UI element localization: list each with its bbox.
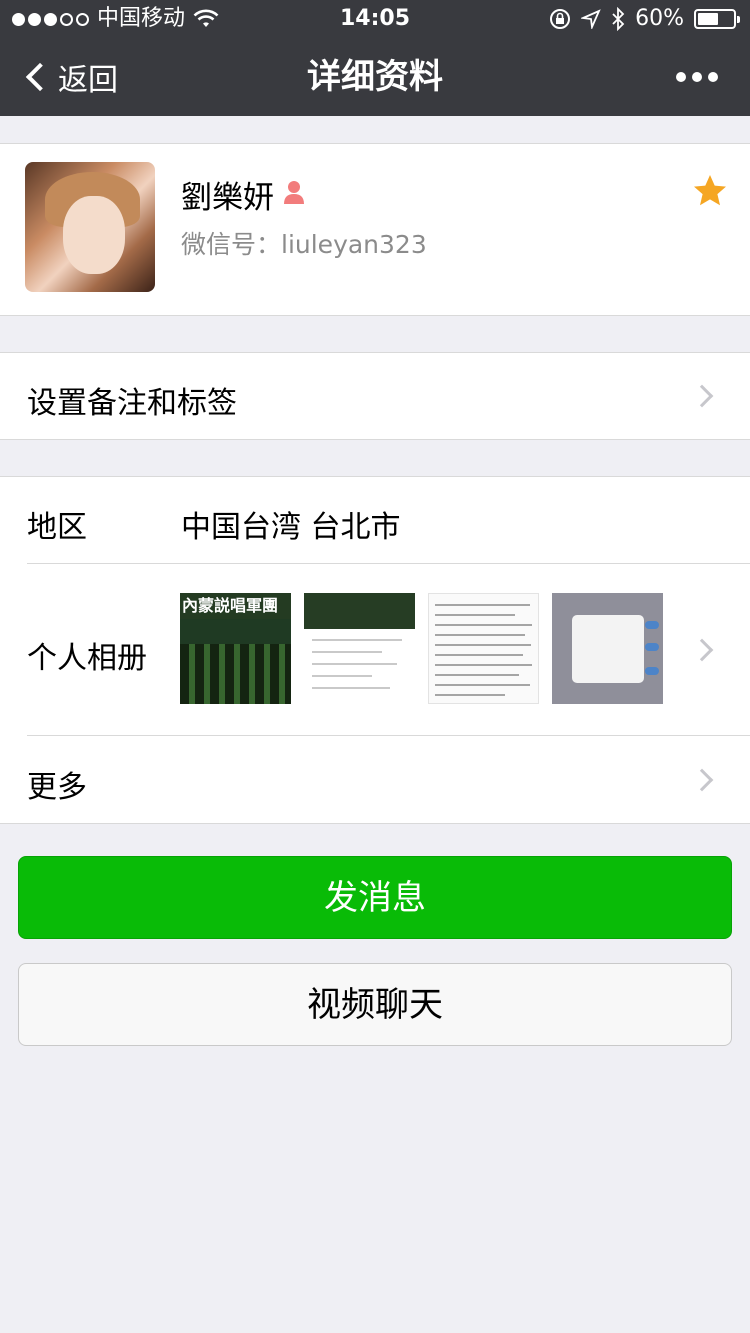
profile-name: 劉樂妍 xyxy=(181,180,274,216)
album-thumbnail[interactable] xyxy=(304,593,415,704)
bluetooth-icon xyxy=(612,7,625,31)
chevron-right-icon xyxy=(690,638,714,662)
status-bar: 中国移动 14:05 60% xyxy=(0,0,750,38)
send-message-button[interactable]: 发消息 xyxy=(18,856,732,939)
album-label: 个人相册 xyxy=(27,641,147,676)
album-thumbnail[interactable] xyxy=(428,593,539,704)
wechat-id: 微信号：liuleyan323 xyxy=(181,230,427,259)
battery-icon xyxy=(694,9,740,29)
top-bar: 中国移动 14:05 60% 返回 详细资料 xyxy=(0,0,750,116)
more-options-icon[interactable] xyxy=(676,38,718,116)
star-icon[interactable] xyxy=(692,173,728,209)
page-title: 详细资料 xyxy=(307,57,443,97)
album-thumbnails: 內蒙説唱軍團 xyxy=(180,593,663,704)
more-row[interactable]: 更多 xyxy=(0,736,750,824)
remark-label: 设置备注和标签 xyxy=(27,386,237,421)
region-row: 地区 中国台湾 台北市 xyxy=(0,476,750,564)
more-label: 更多 xyxy=(27,770,87,805)
status-right: 60% xyxy=(549,0,740,38)
avatar[interactable] xyxy=(25,162,155,292)
album-thumbnail[interactable] xyxy=(552,593,663,704)
region-value: 中国台湾 台北市 xyxy=(181,510,401,545)
chevron-right-icon xyxy=(690,768,714,792)
battery-percent: 60% xyxy=(635,6,684,31)
album-thumb-title: 內蒙説唱軍團 xyxy=(180,593,291,619)
rotation-lock-icon xyxy=(550,9,571,29)
location-icon xyxy=(581,9,601,29)
nav-bar: 返回 详细资料 xyxy=(0,38,750,116)
female-gender-icon xyxy=(284,181,304,204)
region-label: 地区 xyxy=(27,510,87,545)
album-thumbnail[interactable]: 內蒙説唱軍團 xyxy=(180,593,291,704)
chevron-right-icon xyxy=(690,384,714,408)
remark-row[interactable]: 设置备注和标签 xyxy=(0,352,750,440)
video-chat-button[interactable]: 视频聊天 xyxy=(18,963,732,1046)
